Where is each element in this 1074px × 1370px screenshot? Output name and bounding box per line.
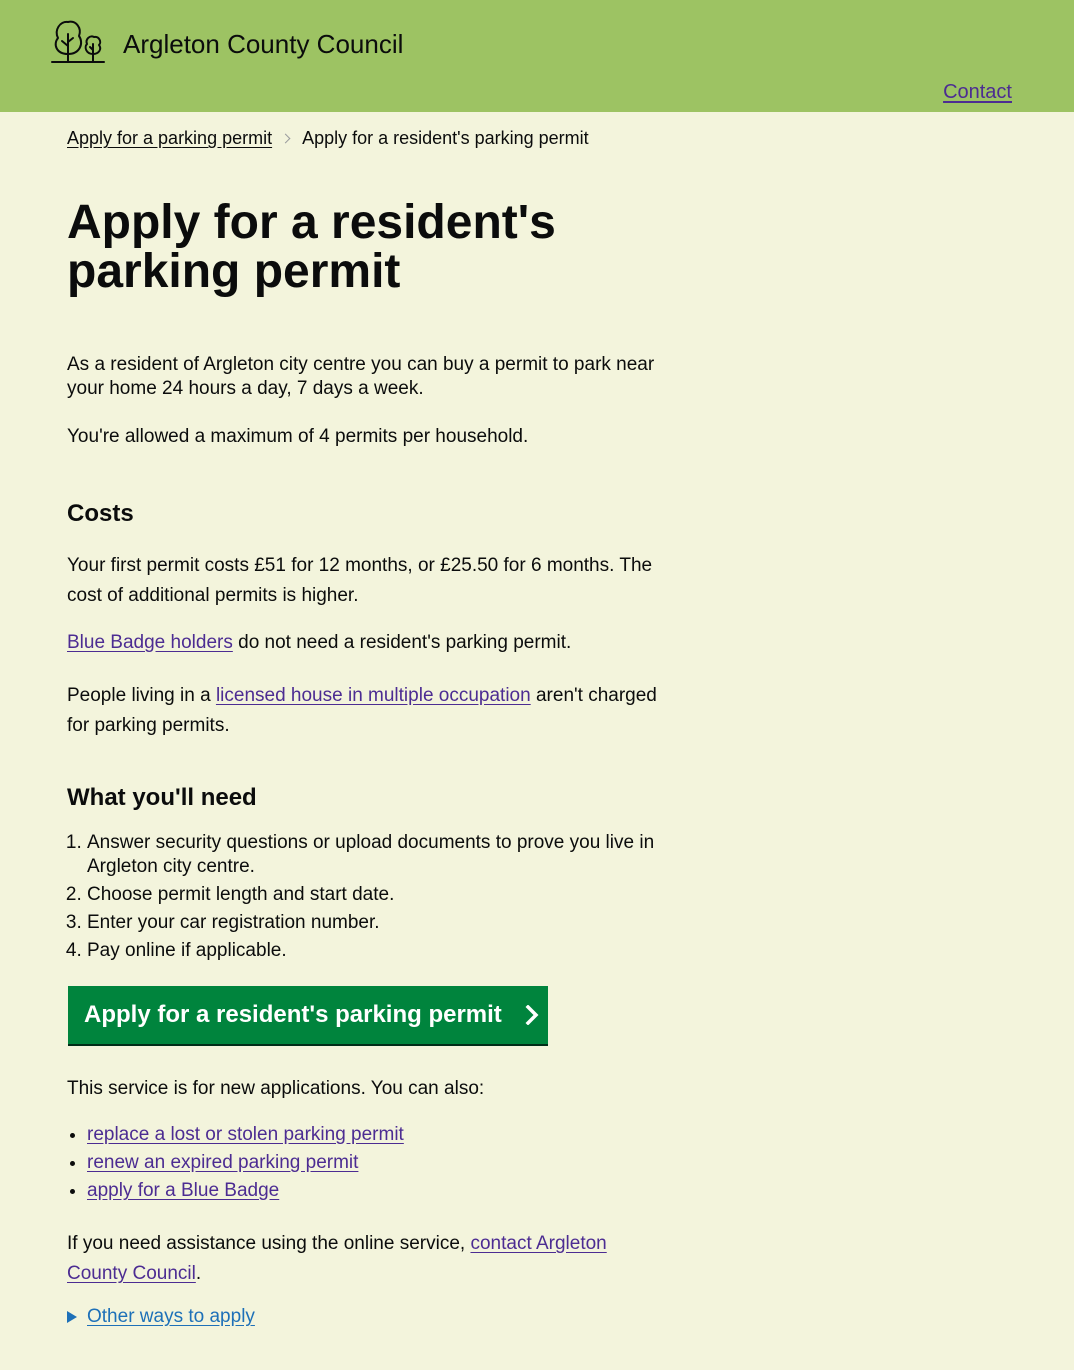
triangle-right-icon bbox=[67, 1311, 77, 1323]
site-name-link[interactable]: Argleton County Council bbox=[123, 27, 403, 61]
start-button-label: Apply for a resident's parking permit bbox=[84, 1001, 502, 1028]
site-header: Argleton County Council Contact bbox=[0, 0, 1074, 112]
chevron-right-icon bbox=[280, 133, 291, 143]
what-you-need-heading: What you'll need bbox=[67, 784, 257, 811]
list-item: Enter your car registration number. bbox=[87, 911, 687, 935]
intro-text: As a resident of Argleton city centre yo… bbox=[67, 354, 655, 399]
blue-badge-rest-text: do not need a resident's parking permit. bbox=[232, 632, 572, 653]
replace-permit-link[interactable]: replace a lost or stolen parking permit bbox=[87, 1124, 404, 1145]
breadcrumb-link-parking-permit[interactable]: Apply for a parking permit bbox=[67, 126, 272, 150]
trees-icon[interactable] bbox=[51, 16, 105, 64]
other-ways-details[interactable]: Other ways to apply bbox=[67, 1305, 255, 1329]
start-button[interactable]: Apply for a resident's parking permit bbox=[68, 986, 548, 1044]
costs-heading: Costs bbox=[67, 500, 134, 527]
steps-list: Answer security questions or upload docu… bbox=[67, 831, 687, 967]
list-item: renew an expired parking permit bbox=[87, 1151, 404, 1175]
list-item: Pay online if applicable. bbox=[87, 939, 687, 963]
other-ways-summary[interactable]: Other ways to apply bbox=[87, 1305, 255, 1329]
hmo-prefix-text: People living in a bbox=[67, 685, 216, 706]
hmo-text: People living in a licensed house in mul… bbox=[67, 681, 667, 741]
max-permits-text: You're allowed a maximum of 4 permits pe… bbox=[67, 426, 529, 447]
breadcrumb-current: Apply for a resident's parking permit bbox=[302, 128, 589, 148]
chevron-right-icon bbox=[525, 1005, 539, 1025]
breadcrumb: Apply for a parking permit Apply for a r… bbox=[67, 126, 589, 150]
first-permit-cost-text: Your first permit costs £51 for 12 month… bbox=[67, 555, 653, 606]
blue-badge-holders-link[interactable]: Blue Badge holders bbox=[67, 632, 233, 653]
assistance-suffix-text: . bbox=[195, 1263, 202, 1284]
page-title: Apply for a resident's parking permit bbox=[67, 196, 556, 298]
blue-badge-text: Blue Badge holders do not need a residen… bbox=[67, 631, 667, 655]
hmo-link[interactable]: licensed house in multiple occupation bbox=[216, 685, 531, 706]
list-item: Choose permit length and start date. bbox=[87, 883, 687, 907]
renew-permit-link[interactable]: renew an expired parking permit bbox=[87, 1152, 358, 1173]
list-item: replace a lost or stolen parking permit bbox=[87, 1123, 404, 1147]
list-item: Answer security questions or upload docu… bbox=[87, 831, 687, 879]
assistance-prefix-text: If you need assistance using the online … bbox=[67, 1233, 471, 1254]
assistance-text: If you need assistance using the online … bbox=[67, 1229, 627, 1289]
apply-blue-badge-link[interactable]: apply for a Blue Badge bbox=[87, 1180, 279, 1201]
also-links-list: replace a lost or stolen parking permit … bbox=[67, 1123, 404, 1207]
list-item: apply for a Blue Badge bbox=[87, 1179, 404, 1203]
also-intro-text: This service is for new applications. Yo… bbox=[67, 1078, 485, 1099]
contact-link[interactable]: Contact bbox=[943, 79, 1012, 105]
